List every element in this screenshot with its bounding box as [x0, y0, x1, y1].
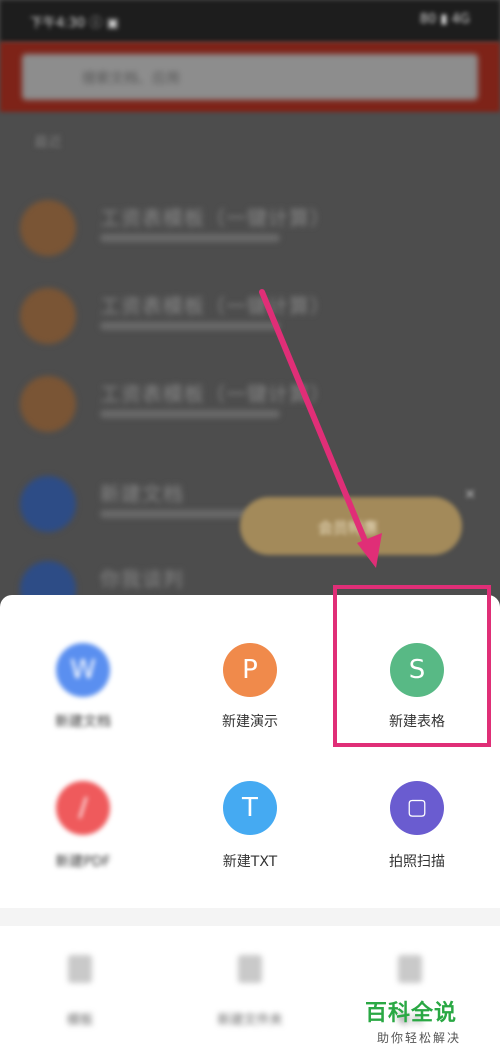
- watermark-subtitle: 助你轻松解决: [377, 1031, 462, 1045]
- annotation-arrow-icon: [259, 289, 382, 568]
- watermark-logo: 百科全说 助你轻松解决: [365, 995, 495, 1053]
- watermark-title: 百科全说: [365, 1001, 458, 1026]
